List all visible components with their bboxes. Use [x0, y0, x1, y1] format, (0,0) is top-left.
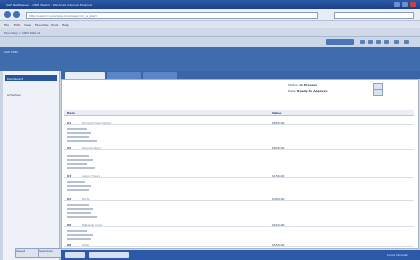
- address-text: http://sapcrm.example.local/sap/crm_ui_s…: [29, 13, 97, 18]
- saved-button[interactable]: Saved: [15, 248, 39, 258]
- back-icon[interactable]: [4, 11, 11, 18]
- main-panel: Status: In Process Date: Ready to Approv…: [61, 79, 419, 249]
- page-icon[interactable]: [384, 40, 389, 44]
- tab-details[interactable]: [107, 72, 141, 79]
- window-title: SAP NetWeaver - CRM WebUI - Windows Inte…: [6, 3, 93, 7]
- status-segment: [89, 252, 129, 258]
- tab-overview[interactable]: [65, 72, 105, 79]
- menu-item-file[interactable]: File: [4, 23, 9, 27]
- print-icon[interactable]: [376, 40, 381, 44]
- tools-icon[interactable]: [394, 40, 399, 44]
- app-title: SAP CRM: [4, 50, 18, 54]
- home-icon[interactable]: [360, 40, 365, 44]
- favorites-bar: Favorites > CRM Web UI: [0, 28, 420, 37]
- menu-bar: File Edit View Favorites Tools Help: [0, 21, 420, 28]
- help-icon[interactable]: [404, 40, 409, 44]
- menu-item-tools[interactable]: Tools: [51, 23, 58, 27]
- status-segment: [65, 252, 85, 258]
- menu-item-view[interactable]: View: [24, 23, 31, 27]
- sidebar-item-label: Dashboard: [7, 76, 24, 81]
- sidebar-item-activities[interactable]: Activities: [5, 91, 57, 97]
- date-dropdown[interactable]: [373, 89, 383, 96]
- forward-icon[interactable]: [13, 11, 20, 18]
- menu-item-help[interactable]: Help: [62, 23, 69, 27]
- sidebar-item-dashboard[interactable]: Dashboard: [5, 75, 57, 81]
- close-icon[interactable]: [410, 2, 416, 7]
- command-toolbar: [0, 37, 420, 47]
- tab-items[interactable]: [143, 72, 177, 79]
- zone-status-text: Local intranet: [387, 253, 408, 257]
- active-tab-indicator[interactable]: [326, 39, 354, 45]
- address-bar[interactable]: http://sapcrm.example.local/sap/crm_ui_s…: [26, 12, 318, 19]
- menu-item-edit[interactable]: Edit: [14, 23, 20, 27]
- maximize-icon[interactable]: [402, 2, 408, 7]
- breadcrumb[interactable]: Favorites > CRM Web UI: [4, 31, 40, 35]
- table-header: Item Value: [64, 110, 414, 116]
- search-input[interactable]: [334, 12, 414, 19]
- column-header-value[interactable]: Value: [272, 111, 281, 115]
- sidebar-item-label: Activities: [7, 92, 21, 97]
- status-field: Status: In Process: [288, 83, 317, 87]
- title-bar: SAP NetWeaver - CRM WebUI - Windows Inte…: [0, 0, 420, 9]
- app-header: SAP CRM: [0, 47, 420, 71]
- date-field: Date: Ready to Approve: [288, 89, 328, 93]
- status-bar: Local intranet: [61, 250, 420, 260]
- minimize-icon[interactable]: [394, 2, 400, 7]
- tab-strip: [61, 71, 420, 79]
- menu-item-favorites[interactable]: Favorites: [35, 23, 49, 27]
- searches-button[interactable]: Searches: [38, 248, 62, 258]
- column-header-item[interactable]: Item: [67, 111, 75, 115]
- browser-nav-bar: http://sapcrm.example.local/sap/crm_ui_s…: [0, 9, 420, 21]
- sidebar: Dashboard Activities: [3, 71, 60, 260]
- feeds-icon[interactable]: [368, 40, 373, 44]
- browser-window: SAP NetWeaver - CRM WebUI - Windows Inte…: [0, 0, 420, 260]
